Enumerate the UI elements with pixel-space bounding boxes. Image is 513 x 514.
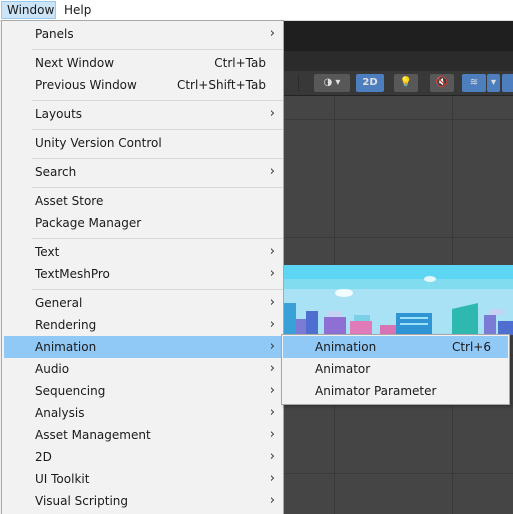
shading-mode-icon: ◑ ▾	[323, 77, 341, 88]
submenu-arrow-icon: ›	[269, 493, 275, 508]
audio-mute-button[interactable]: 🔇	[430, 74, 454, 92]
lighting-icon: 💡	[399, 77, 413, 88]
unity-editor-background: ◑ ▾ 2D 💡 🔇 ≋ ▾	[284, 21, 513, 514]
menu-item-asset-management[interactable]: Asset Management ›	[4, 424, 282, 446]
menu-item-next-window[interactable]: Next Window Ctrl+Tab	[4, 52, 282, 74]
menu-item-rendering[interactable]: Rendering ›	[4, 314, 282, 336]
menu-item-general[interactable]: General ›	[4, 292, 282, 314]
scene-view-toolbar: ◑ ▾ 2D 💡 🔇 ≋ ▾	[284, 71, 513, 96]
submenu-item-animation[interactable]: Animation Ctrl+6	[283, 336, 508, 358]
menu-separator	[32, 129, 283, 130]
menu-item-2d[interactable]: 2D ›	[4, 446, 282, 468]
submenu-arrow-icon: ›	[269, 26, 275, 41]
menu-item-ui-toolkit[interactable]: UI Toolkit ›	[4, 468, 282, 490]
menu-item-label: Animator	[315, 362, 371, 376]
menu-help[interactable]: Help	[59, 1, 96, 19]
menu-item-label: Asset Store	[35, 194, 104, 208]
window-menu-dropdown: Panels › Next Window Ctrl+Tab Previous W…	[1, 20, 284, 514]
menu-item-layouts[interactable]: Layouts ›	[4, 103, 282, 125]
menu-separator	[32, 100, 283, 101]
menu-window[interactable]: Window	[1, 1, 56, 19]
submenu-arrow-icon: ›	[269, 427, 275, 442]
menu-item-label: UI Toolkit	[35, 472, 90, 486]
submenu-arrow-icon: ›	[269, 471, 275, 486]
menu-item-label: Search	[35, 165, 77, 179]
submenu-arrow-icon: ›	[269, 405, 275, 420]
submenu-arrow-icon: ›	[269, 266, 275, 281]
menu-item-visual-scripting[interactable]: Visual Scripting ›	[4, 490, 282, 512]
menu-item-search[interactable]: Search ›	[4, 161, 282, 183]
city-skyline-sprite	[284, 276, 513, 335]
menu-item-label: Previous Window	[35, 78, 137, 92]
menu-item-asset-store[interactable]: Asset Store	[4, 190, 282, 212]
lighting-button[interactable]: 💡	[394, 74, 418, 92]
menu-item-label: Asset Management	[35, 428, 151, 442]
menu-separator	[32, 289, 283, 290]
menu-item-analysis[interactable]: Analysis ›	[4, 402, 282, 424]
scene-extra-button[interactable]	[502, 74, 513, 92]
menu-item-unity-version-control[interactable]: Unity Version Control	[4, 132, 282, 154]
editor-tab-strip	[284, 51, 513, 71]
menu-item-textmeshpro[interactable]: TextMeshPro ›	[4, 263, 282, 285]
menu-item-label: 2D	[35, 450, 52, 464]
menu-item-label: Text	[35, 245, 60, 259]
menu-item-label: Sequencing	[35, 384, 106, 398]
submenu-arrow-icon: ›	[269, 317, 275, 332]
gizmo-layers-icon: ≋	[469, 77, 479, 88]
gizmo-dropdown-button[interactable]: ▾	[487, 74, 500, 92]
submenu-arrow-icon: ›	[269, 106, 275, 121]
submenu-item-animator[interactable]: Animator	[283, 358, 508, 380]
gizmo-layers-button[interactable]: ≋	[462, 74, 486, 92]
menu-item-label: Audio	[35, 362, 70, 376]
submenu-item-animator-parameter[interactable]: Animator Parameter	[283, 380, 508, 402]
submenu-arrow-icon: ›	[269, 244, 275, 259]
menu-item-audio[interactable]: Audio ›	[4, 358, 282, 380]
menu-item-shortcut: Ctrl+Shift+Tab	[176, 78, 266, 92]
menu-separator	[32, 158, 283, 159]
menu-item-previous-window[interactable]: Previous Window Ctrl+Shift+Tab	[4, 74, 282, 96]
menu-item-shortcut: Ctrl+Tab	[214, 56, 266, 70]
menu-item-label: General	[35, 296, 83, 310]
menu-item-label: Animation	[35, 340, 97, 354]
menu-item-label: Package Manager	[35, 216, 142, 230]
submenu-arrow-icon: ›	[269, 383, 275, 398]
menu-item-label: Animation	[315, 340, 377, 354]
menu-item-animation[interactable]: Animation ›	[4, 336, 282, 358]
submenu-arrow-icon: ›	[269, 339, 275, 354]
mode-2d-label: 2D	[362, 77, 378, 88]
submenu-arrow-icon: ›	[269, 295, 275, 310]
menu-item-label: Visual Scripting	[35, 494, 128, 508]
editor-title-area	[284, 21, 513, 51]
submenu-arrow-icon: ›	[269, 164, 275, 179]
menu-item-label: Animator Parameter	[315, 384, 437, 398]
submenu-arrow-icon: ›	[269, 449, 275, 464]
menu-item-sequencing[interactable]: Sequencing ›	[4, 380, 282, 402]
submenu-arrow-icon: ›	[269, 361, 275, 376]
menu-item-label: Analysis	[35, 406, 85, 420]
menu-item-label: Next Window	[35, 56, 115, 70]
menu-item-label: Panels	[35, 27, 74, 41]
animation-submenu: Animation Ctrl+6 Animator Animator Param…	[281, 334, 510, 405]
menu-item-label: Layouts	[35, 107, 83, 121]
menu-separator	[32, 49, 283, 50]
menu-item-package-manager[interactable]: Package Manager	[4, 212, 282, 234]
menu-item-text[interactable]: Text ›	[4, 241, 282, 263]
audio-mute-icon: 🔇	[435, 77, 449, 88]
chevron-down-icon: ▾	[490, 77, 497, 88]
scene-sprite-city	[284, 265, 513, 335]
shading-mode-button[interactable]: ◑ ▾	[314, 74, 350, 92]
menu-item-label: Unity Version Control	[35, 136, 162, 150]
menu-item-shortcut: Ctrl+6	[451, 340, 491, 354]
mode-2d-button[interactable]: 2D	[356, 74, 384, 92]
menu-item-panels[interactable]: Panels ›	[4, 23, 282, 45]
menu-item-label: Rendering	[35, 318, 97, 332]
scene-view[interactable]	[284, 96, 513, 514]
menu-separator	[32, 238, 283, 239]
menu-bar: Window Help	[0, 0, 513, 21]
menu-separator	[32, 187, 283, 188]
menu-item-label: TextMeshPro	[35, 267, 110, 281]
